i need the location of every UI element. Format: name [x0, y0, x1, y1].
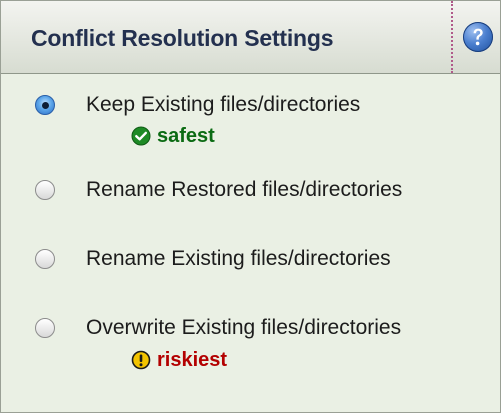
option-label-rename-existing: Rename Existing files/directories	[86, 247, 391, 270]
option-label-keep-existing: Keep Existing files/directories	[86, 93, 361, 116]
radio-dot	[42, 102, 49, 109]
option-label-rename-restored: Rename Restored files/directories	[86, 178, 403, 201]
option-label-overwrite-existing: Overwrite Existing files/directories	[86, 316, 402, 339]
radio-rename-restored[interactable]	[35, 180, 55, 200]
radio-keep-existing[interactable]	[35, 95, 55, 115]
help-icon[interactable]	[463, 22, 493, 52]
radio-rename-existing[interactable]	[35, 249, 55, 269]
option-rename-restored[interactable]: Rename Restored files/directories	[35, 178, 485, 208]
header-divider	[451, 1, 453, 73]
panel-title: Conflict Resolution Settings	[31, 25, 334, 51]
conflict-resolution-panel: Conflict Resolution Settings Keep Existi…	[0, 0, 501, 413]
riskiest-label: riskiest	[157, 349, 228, 371]
check-circle-icon	[131, 126, 151, 146]
radio-overwrite-existing[interactable]	[35, 318, 55, 338]
safest-label: safest	[157, 125, 215, 147]
option-keep-existing[interactable]: Keep Existing files/directories	[35, 93, 485, 123]
panel-header: Conflict Resolution Settings	[1, 1, 500, 74]
warning-circle-icon	[131, 350, 151, 370]
option-overwrite-existing[interactable]: Overwrite Existing files/directories	[35, 316, 485, 346]
option-rename-existing[interactable]: Rename Existing files/directories	[35, 247, 485, 277]
